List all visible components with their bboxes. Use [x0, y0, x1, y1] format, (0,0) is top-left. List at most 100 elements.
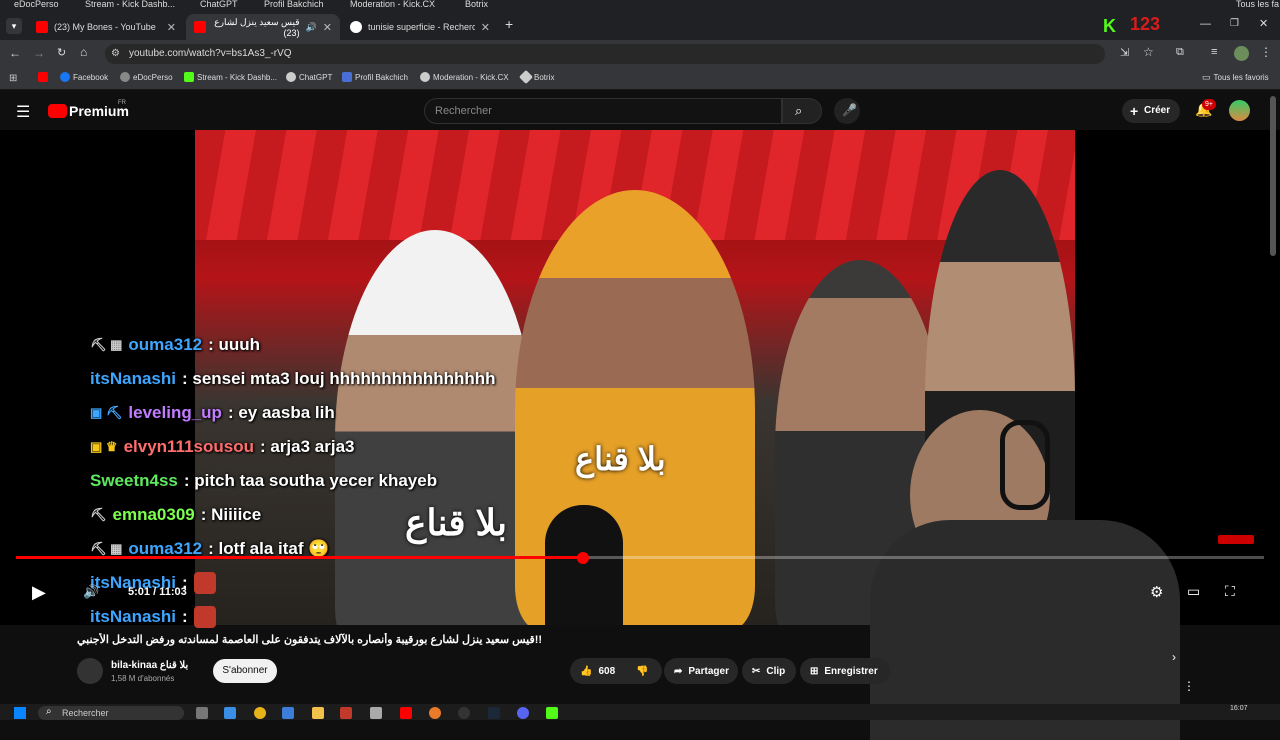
kick-icon: [184, 72, 194, 82]
chat-text: : ey aasba lih: [227, 403, 335, 422]
close-icon[interactable]: ✕: [481, 21, 490, 34]
scrollbar[interactable]: [1270, 96, 1276, 256]
media-control-icon[interactable]: ≡: [1211, 46, 1217, 58]
theater-mode-icon[interactable]: ▭: [1187, 583, 1200, 600]
tab-list-button[interactable]: ▾: [6, 18, 22, 34]
maximize-button[interactable]: ❐: [1230, 18, 1239, 29]
top-bookmark-strip: eDocPerso Stream - Kick Dashb... ChatGPT…: [0, 0, 1280, 10]
speaker-icon[interactable]: 🔊: [306, 22, 317, 33]
app-icon[interactable]: [370, 707, 382, 719]
back-icon[interactable]: ←: [9, 46, 21, 60]
share-button[interactable]: ➦ Partager: [664, 658, 738, 684]
obs-icon[interactable]: [458, 707, 470, 719]
bookmark-youtube[interactable]: [38, 72, 48, 82]
thumbs-up-icon: 👍: [580, 665, 593, 677]
kick-app-icon[interactable]: [546, 707, 558, 719]
youtube-app-icon[interactable]: [400, 707, 412, 719]
strip-item[interactable]: eDocPerso: [14, 0, 59, 9]
bookmark-star-icon[interactable]: ☆: [1143, 45, 1154, 59]
profile-avatar[interactable]: [1234, 46, 1249, 61]
store-icon[interactable]: [282, 707, 294, 719]
hamburger-menu-icon[interactable]: ☰: [16, 102, 30, 122]
share-label: Partager: [688, 665, 729, 677]
bookmark-kick[interactable]: Stream - Kick Dashb...: [184, 72, 277, 82]
chevron-right-icon[interactable]: ›: [1172, 650, 1176, 664]
channel-avatar[interactable]: [77, 658, 103, 684]
task-view-icon[interactable]: [196, 707, 208, 719]
youtube-logo-icon[interactable]: [48, 104, 67, 118]
progress-bar[interactable]: [16, 556, 1264, 559]
site-info-icon[interactable]: ⚙: [111, 48, 120, 59]
app-icon[interactable]: [340, 707, 352, 719]
dislike-button[interactable]: 👎: [626, 658, 662, 684]
save-button[interactable]: ⊞ Enregistrer: [800, 658, 890, 684]
create-button[interactable]: + Créer: [1122, 99, 1180, 123]
search-input[interactable]: Rechercher: [424, 98, 782, 124]
chat-username: ouma312: [128, 335, 203, 354]
reload-icon[interactable]: ↻: [57, 46, 66, 59]
bookmark-label: eDocPerso: [133, 72, 173, 82]
bookmark-moderation[interactable]: Moderation - Kick.CX: [420, 72, 509, 82]
clock[interactable]: 16:07: [1230, 705, 1248, 712]
fullscreen-icon[interactable]: ⛶: [1225, 583, 1235, 600]
menu-icon[interactable]: ⋮: [1260, 45, 1272, 59]
extensions-icon[interactable]: ⧉: [1176, 46, 1184, 59]
bookmark-botrix[interactable]: Botrix: [518, 69, 554, 85]
new-tab-button[interactable]: +: [505, 16, 513, 32]
like-button[interactable]: 👍 608: [570, 658, 632, 684]
clip-label: Clip: [766, 665, 786, 677]
bookmark-profil[interactable]: Profil Bakchich: [342, 72, 408, 82]
apps-icon[interactable]: ⊞: [9, 73, 17, 84]
tab-active-video[interactable]: قيس سعيد ينزل لشارع (23) 🔊 ✕: [186, 14, 340, 40]
discord-icon[interactable]: [517, 707, 529, 719]
home-icon[interactable]: ⌂: [80, 45, 87, 59]
clip-button[interactable]: ✂ Clip: [742, 658, 796, 684]
tab-my-bones[interactable]: (23) My Bones - YouTube ✕: [28, 14, 184, 40]
explorer-icon[interactable]: [312, 707, 324, 719]
progress-scrubber[interactable]: [576, 552, 589, 564]
play-icon[interactable]: ▶: [32, 582, 46, 603]
strip-item[interactable]: Botrix: [465, 0, 488, 9]
close-window-button[interactable]: ✕: [1259, 17, 1268, 30]
more-options-icon[interactable]: ⋮: [1183, 679, 1195, 693]
channel-watermark: [1218, 535, 1254, 544]
tab-google-search[interactable]: tunisie superficie - Recherche G ✕: [342, 14, 498, 40]
firefox-icon[interactable]: [429, 707, 441, 719]
subscribe-button[interactable]: S'abonner: [213, 659, 277, 683]
chrome-icon[interactable]: [254, 707, 266, 719]
copilot-icon[interactable]: [224, 707, 236, 719]
url-field[interactable]: youtube.com/watch?v=bs1As3_-rVQ: [105, 44, 1105, 64]
voice-search-button[interactable]: 🎤: [834, 98, 860, 124]
volume-icon[interactable]: 🔊: [83, 584, 99, 600]
taskbar-search[interactable]: Rechercher: [38, 706, 184, 720]
streamer-webcam: [870, 400, 1180, 740]
strip-item[interactable]: Moderation - Kick.CX: [350, 0, 435, 9]
search-button[interactable]: ⌕: [782, 98, 822, 124]
close-icon[interactable]: ✕: [323, 21, 332, 34]
account-avatar[interactable]: [1229, 100, 1250, 121]
gear-icon: [420, 72, 430, 82]
bookmark-chatgpt[interactable]: ChatGPT: [286, 72, 332, 82]
strip-item[interactable]: Tous les fa: [1236, 0, 1279, 9]
forward-icon[interactable]: →: [33, 46, 45, 60]
settings-gear-icon[interactable]: ⚙: [1150, 583, 1163, 601]
strip-item[interactable]: ChatGPT: [200, 0, 238, 9]
install-icon[interactable]: ⇲: [1120, 46, 1129, 59]
channel-name[interactable]: bila-kinaa بلا قناع: [111, 660, 188, 671]
close-icon[interactable]: ✕: [167, 21, 176, 34]
tab-label: (23) My Bones - YouTube: [54, 22, 156, 32]
bookmark-facebook[interactable]: Facebook: [60, 72, 108, 82]
chat-message: itsNanashi: sensei mta3 louj hhhhhhhhhhh…: [90, 362, 610, 396]
strip-item[interactable]: Profil Bakchich: [264, 0, 324, 9]
minimize-button[interactable]: —: [1200, 18, 1211, 30]
chat-text: : Niiiice: [200, 505, 262, 524]
bookmark-edocperso[interactable]: eDocPerso: [120, 72, 173, 82]
steam-icon[interactable]: [488, 707, 500, 719]
all-bookmarks[interactable]: ▭ Tous les favoris: [1202, 72, 1269, 83]
windows-start-icon[interactable]: [14, 707, 26, 719]
stream-chat-overlay: ⛏ ▦ ouma312: uuuh itsNanashi: sensei mta3…: [90, 328, 610, 648]
share-icon: ➦: [674, 665, 683, 677]
strip-item[interactable]: Stream - Kick Dashb...: [85, 0, 175, 9]
save-icon: ⊞: [810, 665, 819, 677]
subscriber-count: 1,58 M d'abonnés: [111, 674, 175, 683]
